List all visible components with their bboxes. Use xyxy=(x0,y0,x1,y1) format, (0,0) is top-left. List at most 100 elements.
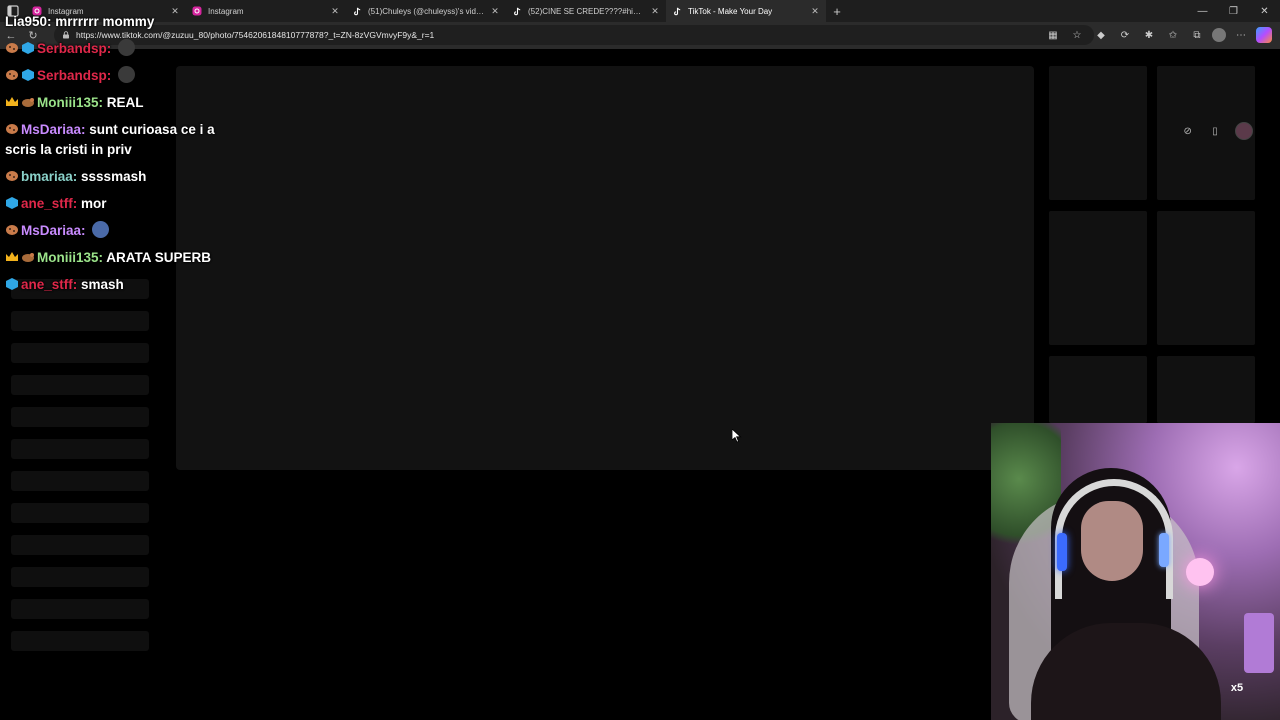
chat-message: ane_stff: smash xyxy=(5,275,245,295)
chat-text: REAL xyxy=(106,95,144,110)
chat-message: bmariaa: ssssmash xyxy=(5,167,245,187)
chat-separator: : xyxy=(72,196,82,211)
skeleton-row xyxy=(11,631,149,651)
cube-badge-icon xyxy=(21,67,35,81)
cookie-badge-icon xyxy=(5,121,19,134)
chat-message: ane_stff: mor xyxy=(5,194,245,214)
extensions-puzzle-icon[interactable]: ✱ xyxy=(1140,26,1158,44)
chat-username: Serbandsp xyxy=(37,68,107,83)
among-us-emote-icon xyxy=(92,221,110,238)
chat-message: Moniii135: ARATA SUPERB xyxy=(5,248,245,268)
tab-tiktok-cine[interactable]: (52)CINE SE CREDE????#highman ✕ xyxy=(506,0,666,22)
cookie-badge-icon xyxy=(5,40,19,53)
photo-viewer-placeholder[interactable] xyxy=(176,66,1034,470)
chat-message: Serbandsp: xyxy=(5,39,245,59)
stream-chat-overlay: Lia950: mrrrrrr mommy Serbandsp: Serband… xyxy=(5,12,245,302)
tab-label: (52)CINE SE CREDE????#highman xyxy=(528,6,644,16)
headset-light-left xyxy=(1057,533,1067,571)
mouse-cursor-icon xyxy=(732,429,742,443)
cube-badge-icon xyxy=(5,195,19,209)
chat-username: Moniii135 xyxy=(37,250,99,265)
webcam-overlay: x5 xyxy=(991,423,1280,720)
favorite-star-icon[interactable]: ☆ xyxy=(1068,26,1086,44)
cookie-badge-icon xyxy=(5,67,19,80)
favorites-icon[interactable]: ✩ xyxy=(1164,26,1182,44)
cube-badge-icon xyxy=(5,276,19,290)
tab-tiktok-active[interactable]: TikTok - Make Your Day ✕ xyxy=(666,0,826,22)
skeleton-row xyxy=(11,407,149,427)
cat-emote-icon xyxy=(118,39,136,56)
close-window-button[interactable]: ✕ xyxy=(1249,0,1280,22)
browser-toolbar: ▦ ☆ ◆ ⟳ ✱ ✩ ⧉ ⋯ xyxy=(1044,25,1272,45)
shelf-light xyxy=(1244,613,1274,673)
chat-text: mrrrrrr mommy xyxy=(55,14,155,29)
close-tab-icon[interactable]: ✕ xyxy=(810,6,820,17)
page-header-icons: ⊘ ▯ xyxy=(1174,121,1260,141)
recommended-thumbnail[interactable] xyxy=(1157,356,1255,423)
tab-label: TikTok - Make Your Day xyxy=(688,6,773,16)
lamp-glow xyxy=(1186,558,1214,586)
chat-text: smash xyxy=(81,277,124,292)
new-tab-button[interactable]: + xyxy=(826,0,848,22)
recommended-thumbnail[interactable] xyxy=(1049,66,1147,200)
close-tab-icon[interactable]: ✕ xyxy=(650,6,660,17)
skeleton-row xyxy=(11,311,149,331)
cube-badge-icon xyxy=(21,40,35,54)
tiktok-icon xyxy=(672,6,682,16)
headset-icon xyxy=(1055,479,1173,599)
chat-separator: : xyxy=(98,95,107,110)
app-available-icon[interactable]: ▦ xyxy=(1044,26,1062,44)
chat-text: ARATA SUPERB xyxy=(106,250,212,265)
profile-avatar[interactable] xyxy=(1212,28,1226,42)
chat-message: Lia950: mrrrrrr mommy xyxy=(5,12,245,32)
horse-badge-icon xyxy=(21,249,35,262)
chat-text: mor xyxy=(81,196,107,211)
user-avatar[interactable] xyxy=(1235,122,1254,140)
chat-username: bmariaa xyxy=(21,169,73,184)
crown-badge-icon xyxy=(5,249,19,261)
cookie-badge-icon xyxy=(5,168,19,181)
window-controls: — ❐ ✕ xyxy=(1187,0,1280,22)
maximize-button[interactable]: ❐ xyxy=(1218,0,1249,22)
extension-diamond-icon[interactable]: ◆ xyxy=(1092,26,1110,44)
compass-icon[interactable]: ⊘ xyxy=(1181,124,1195,138)
crown-badge-icon xyxy=(5,94,19,106)
refresh-extension-icon[interactable]: ⟳ xyxy=(1116,26,1134,44)
headset-light-right xyxy=(1159,533,1169,567)
close-tab-icon[interactable]: ✕ xyxy=(490,6,500,17)
skeleton-row xyxy=(11,599,149,619)
phone-icon[interactable]: ▯ xyxy=(1208,124,1222,138)
recommended-thumbnail[interactable] xyxy=(1157,211,1255,345)
cookie-badge-icon xyxy=(5,222,19,235)
skeleton-row xyxy=(11,471,149,491)
minimize-button[interactable]: — xyxy=(1187,0,1218,22)
chat-message: Serbandsp: xyxy=(5,66,245,86)
recommended-thumbnail[interactable] xyxy=(1049,356,1147,423)
screen: Instagram ✕ Instagram ✕ (51)Chuleys (@ch… xyxy=(0,0,1280,720)
recommended-thumbnail[interactable] xyxy=(1049,211,1147,345)
more-menu-icon[interactable]: ⋯ xyxy=(1232,26,1250,44)
tab-label: (51)Chuleys (@chuleyss)'s videos xyxy=(368,6,484,16)
chat-separator: : xyxy=(81,223,90,238)
chat-username: ane_stff xyxy=(21,277,73,292)
close-tab-icon[interactable]: ✕ xyxy=(330,6,340,17)
collections-icon[interactable]: ⧉ xyxy=(1188,26,1206,44)
cat-emote-icon xyxy=(118,66,136,83)
chat-username: MsDariaa xyxy=(21,122,82,137)
copilot-icon[interactable] xyxy=(1256,27,1272,43)
chat-message: MsDariaa: sunt curioasa ce i a scris la … xyxy=(5,120,245,160)
chat-separator: : xyxy=(106,41,116,56)
horse-badge-icon xyxy=(21,94,35,107)
chat-username: Lia950 xyxy=(5,14,48,29)
tab-tiktok-chuleys[interactable]: (51)Chuleys (@chuleyss)'s videos ✕ xyxy=(346,0,506,22)
chat-separator: : xyxy=(106,68,116,83)
tiktok-icon xyxy=(352,6,362,16)
tiktok-icon xyxy=(512,6,522,16)
chat-text: ssssmash xyxy=(81,169,147,184)
skeleton-row xyxy=(11,375,149,395)
chat-username: Moniii135 xyxy=(37,95,99,110)
chat-message: Moniii135: REAL xyxy=(5,93,245,113)
skeleton-row xyxy=(11,503,149,523)
chat-username: MsDariaa xyxy=(21,223,82,238)
chat-separator: : xyxy=(72,277,82,292)
